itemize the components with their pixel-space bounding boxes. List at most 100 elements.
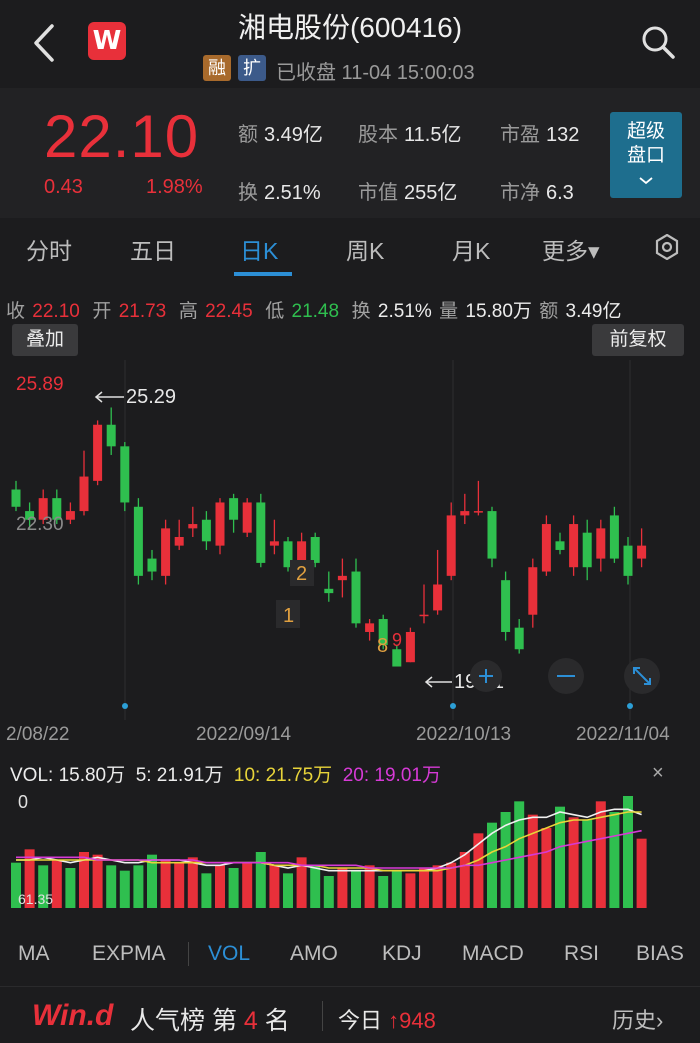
- indicator-vol[interactable]: VOL: [208, 942, 250, 966]
- volume-bar: [160, 860, 171, 908]
- indicator-bias[interactable]: BIAS: [636, 942, 684, 966]
- annotation-8: 8: [377, 635, 388, 657]
- volume-bar: [283, 873, 293, 908]
- candle-body: [337, 575, 347, 581]
- volume-bar: [106, 865, 117, 908]
- today-count: 今日 ↑948: [338, 1008, 436, 1033]
- indicator-expma[interactable]: EXPMA: [92, 942, 166, 966]
- tab-intraday[interactable]: 分时: [26, 232, 72, 266]
- market-status: 已收盘 11-04 15:00:03: [276, 62, 475, 84]
- tab-daily-k[interactable]: 日K: [240, 232, 278, 266]
- volume-bar: [582, 820, 593, 908]
- candle-body: [201, 519, 211, 542]
- volume-bar: [174, 862, 185, 908]
- search-icon[interactable]: [638, 22, 678, 62]
- popularity-rank[interactable]: 人气榜 第 4 名: [130, 1001, 290, 1037]
- super-orderbook-button[interactable]: 超级 盘口: [610, 112, 682, 198]
- candle-body: [582, 532, 592, 568]
- volume-bar: [187, 857, 198, 908]
- zoom-in-icon[interactable]: [470, 660, 502, 692]
- indicator-rsi[interactable]: RSI: [564, 942, 599, 966]
- candle-body: [433, 584, 443, 611]
- page-title: 湘电股份(600416): [237, 12, 463, 43]
- tab-more[interactable]: 更多▾: [542, 232, 600, 266]
- candle-body: [473, 511, 483, 513]
- candle-body: [79, 476, 89, 512]
- candle-body: [392, 649, 402, 667]
- candle-body: [256, 502, 266, 563]
- volume-bar: [65, 868, 76, 908]
- price-adjust-button[interactable]: 前复权: [592, 324, 684, 356]
- wind-brand: Win.d: [32, 999, 114, 1032]
- candle-body: [405, 631, 415, 663]
- up-arrow-icon: ↑: [388, 1008, 400, 1033]
- candle-body: [106, 424, 116, 447]
- volume-bar: [541, 828, 552, 908]
- volume-chart[interactable]: 0 61.35: [0, 782, 700, 912]
- volume-axis-top: 0: [18, 792, 28, 812]
- date-dot: [450, 703, 456, 709]
- candle-body: [120, 446, 130, 503]
- indicator-tabs: MA EXPMA VOL AMO KDJ MACD RSI BIAS: [0, 932, 700, 976]
- volume-bar: [527, 814, 538, 908]
- volume-bar: [133, 865, 144, 908]
- volume-bar: [419, 868, 429, 908]
- volume-axis-bottom: 61.35: [18, 891, 53, 907]
- pe-stat: 市盈 132: [500, 124, 580, 146]
- header-bar: W 湘电股份(600416) 融 扩 已收盘 11-04 15:00:03: [0, 0, 700, 88]
- volume-bar: [609, 812, 620, 908]
- volume-bar: [51, 860, 62, 908]
- candlestick-chart[interactable]: 25.89 22.30 25.29 19.31 2 1 8 9: [0, 360, 700, 720]
- candle-body: [229, 498, 239, 520]
- last-price: 22.10: [44, 103, 200, 170]
- price-change-percent: 1.98%: [146, 176, 203, 198]
- indicator-macd[interactable]: MACD: [462, 942, 524, 966]
- candle-body: [487, 511, 497, 559]
- annotation-markers: 2 1 8 9: [276, 560, 402, 657]
- date-label: 2022/09/14: [196, 724, 292, 745]
- indicator-kdj[interactable]: KDJ: [382, 942, 422, 966]
- candle-body: [419, 614, 429, 617]
- date-label: 2022/11/04: [576, 724, 670, 745]
- overlay-button[interactable]: 叠加: [12, 324, 78, 356]
- volume-bar: [405, 873, 416, 908]
- candle-body: [623, 545, 633, 576]
- zoom-out-icon[interactable]: [548, 658, 584, 694]
- x-axis-dates: 2/08/22 2022/09/14 2022/10/13 2022/11/04: [0, 722, 700, 750]
- candle-body: [609, 515, 619, 559]
- amount-stat: 额 3.49亿: [238, 124, 323, 146]
- annotation-2: 2: [296, 563, 307, 585]
- period-tabs: 分时 五日 日K 周K 月K 更多▾: [0, 218, 700, 278]
- tab-monthly-k[interactable]: 月K: [452, 232, 490, 266]
- indicator-amo[interactable]: AMO: [290, 942, 338, 966]
- volume-bar: [92, 854, 103, 908]
- expand-icon[interactable]: [624, 658, 660, 694]
- divider: [322, 1001, 323, 1031]
- date-label: 2/08/22: [6, 724, 70, 745]
- chevron-down-icon: [639, 177, 653, 185]
- volume-bar: [310, 865, 321, 908]
- volume-bar: [364, 865, 375, 908]
- volume-bar: [568, 817, 579, 908]
- candle-body: [637, 545, 647, 559]
- volume-bar: [459, 852, 470, 908]
- chevron-right-icon: ›: [656, 1008, 664, 1033]
- candle-body: [65, 511, 75, 520]
- date-dot: [122, 703, 128, 709]
- tab-weekly-k[interactable]: 周K: [346, 232, 384, 266]
- history-link[interactable]: 历史›: [612, 1003, 663, 1035]
- volume-bar: [242, 862, 253, 908]
- candle-body: [133, 506, 143, 576]
- indicator-ma[interactable]: MA: [18, 942, 50, 966]
- tab-five-day[interactable]: 五日: [130, 232, 176, 266]
- candle-body: [514, 627, 524, 650]
- candle-body: [11, 489, 21, 507]
- volume-bar: [323, 876, 334, 908]
- gear-icon[interactable]: [654, 234, 680, 260]
- expand-tag: 扩: [238, 55, 266, 81]
- volume-bar: [269, 865, 280, 908]
- margin-tag: 融: [203, 55, 231, 81]
- candle-body: [161, 528, 171, 576]
- volume-bar: [391, 870, 402, 908]
- candle-body: [93, 424, 103, 481]
